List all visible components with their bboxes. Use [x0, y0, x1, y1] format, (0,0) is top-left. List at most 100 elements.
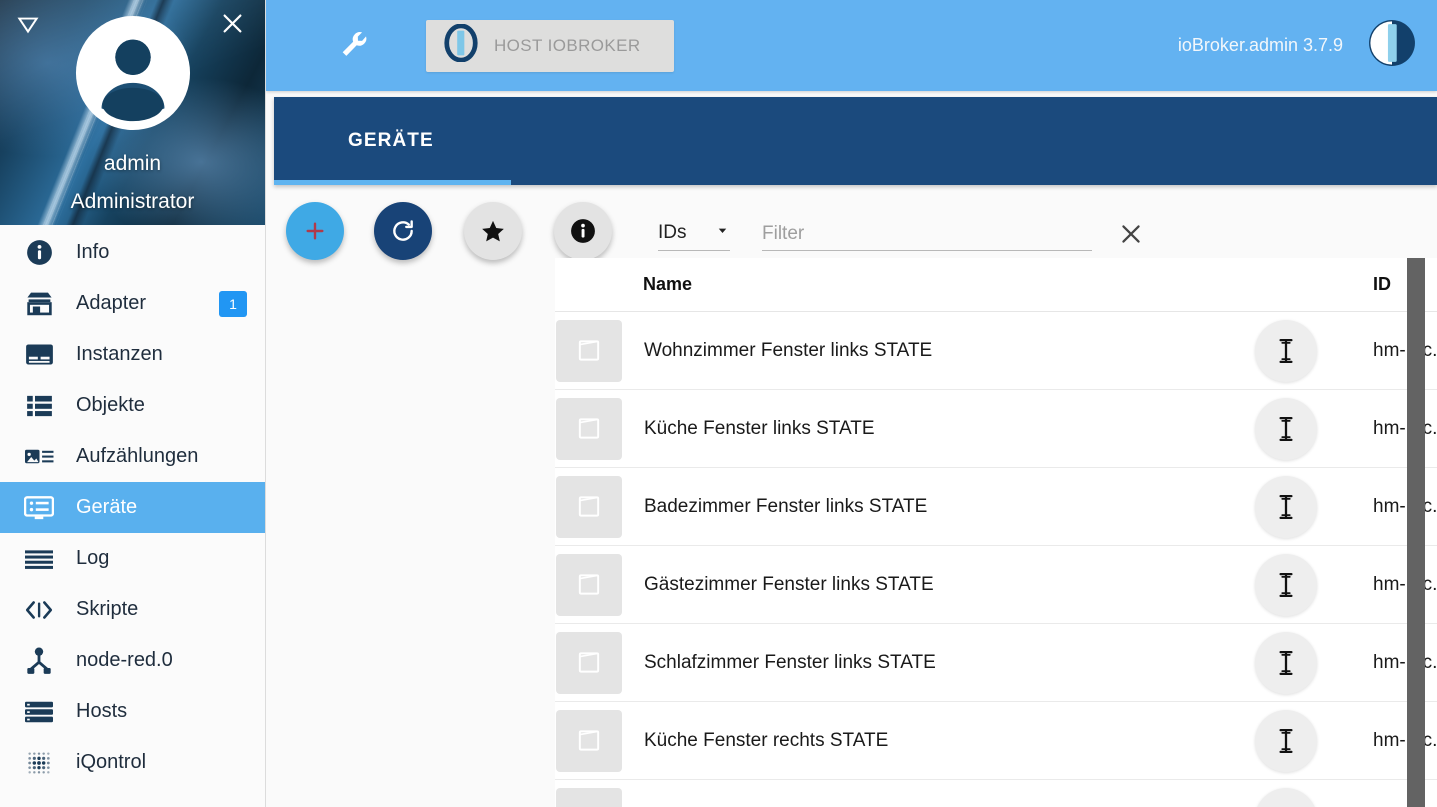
code-brackets-icon — [22, 595, 56, 625]
device-name: Küche Fenster links STATE — [644, 417, 875, 439]
window-icon[interactable] — [556, 787, 622, 807]
device-name: Badezimmer Fenster links STATE — [644, 495, 928, 517]
sidebar-item-adapter[interactable]: Adapter 1 — [0, 278, 265, 329]
wrench-icon[interactable] — [334, 26, 374, 66]
table-row[interactable]: Gästezimmer Fenster links STATE hm-rpc.0… — [555, 546, 1437, 624]
window-icon[interactable] — [556, 709, 622, 772]
sidebar-item-label: Hosts — [76, 700, 128, 722]
store-icon — [22, 289, 56, 319]
refresh-button[interactable] — [374, 202, 432, 260]
sidebar-item-label: node-red.0 — [76, 649, 173, 671]
server-icon — [22, 697, 56, 727]
sidebar-item-instanzen[interactable]: Instanzen — [0, 329, 265, 380]
clear-filter-button[interactable] — [1114, 217, 1148, 251]
sidebar-user-header: admin Administrator — [0, 0, 265, 225]
device-name: Gästezimmer Fenster links STATE — [644, 573, 934, 595]
sidebar-item-label: Objekte — [76, 394, 145, 416]
info-button[interactable] — [554, 202, 612, 260]
sidebar: admin Administrator Info Adapter 1 Insta… — [0, 0, 266, 807]
device-id: hm-rpc.0.0000D70995523F.1.S — [1373, 651, 1437, 673]
favorites-button[interactable] — [464, 202, 522, 260]
sidebar-item-label: Log — [76, 547, 110, 569]
window-icon[interactable] — [556, 397, 622, 460]
sidebar-item-node-red[interactable]: node-red.0 — [0, 635, 265, 686]
sidebar-item-label: Info — [76, 241, 110, 263]
dots-grid-icon — [22, 748, 56, 778]
table-row[interactable]: Wohnzimmer Fenster links STATE hm-rpc.0.… — [555, 312, 1437, 390]
tab-bar: GERÄTE — [274, 97, 1437, 185]
user-name: admin — [103, 152, 162, 175]
filter-group: IDs — [658, 211, 1148, 251]
table-row[interactable]: Küche Fenster links STATE hm-rpc.0.0000D… — [555, 390, 1437, 468]
sidebar-item-geraete[interactable]: Geräte — [0, 482, 265, 533]
window-icon[interactable] — [556, 475, 622, 538]
sidebar-item-log[interactable]: Log — [0, 533, 265, 584]
add-device-button[interactable] — [286, 202, 344, 260]
tab-geraete[interactable]: GERÄTE — [274, 97, 460, 185]
version-label: ioBroker.admin 3.7.9 — [1177, 35, 1343, 55]
table-row[interactable] — [555, 780, 1437, 807]
enums-icon — [22, 442, 56, 472]
vertical-scrollbar-thumb[interactable] — [1407, 258, 1425, 807]
sidebar-menu: Info Adapter 1 Instanzen Objekte Aufzähl… — [0, 225, 265, 788]
device-name: Küche Fenster rechts STATE — [644, 729, 889, 751]
sidebar-item-objekte[interactable]: Objekte — [0, 380, 265, 431]
device-id: hm-rpc.0.0000D709955B95.1.S — [1373, 729, 1437, 751]
device-id: hm-rpc.0.0000D709954B35.1.S — [1373, 417, 1437, 439]
device-id: hm-rpc.0.0000D70995522B.1.S — [1373, 573, 1437, 595]
avatar — [74, 14, 192, 132]
triangle-down-icon[interactable] — [14, 10, 42, 38]
text-cursor-icon[interactable] — [1255, 631, 1317, 694]
close-icon[interactable] — [217, 8, 247, 38]
node-red-icon — [22, 646, 56, 676]
column-header-name[interactable]: Name — [643, 274, 692, 295]
tab-label: GERÄTE — [348, 130, 434, 151]
sidebar-item-skripte[interactable]: Skripte — [0, 584, 265, 635]
user-role: Administrator — [70, 190, 195, 213]
device-id: hm-rpc.0.0000D569A39250.1.S — [1373, 339, 1437, 361]
text-cursor-icon[interactable] — [1255, 319, 1317, 382]
text-cursor-icon[interactable] — [1255, 397, 1317, 460]
sidebar-item-iqontrol[interactable]: iQontrol — [0, 737, 265, 788]
topbar-right-group: ioBroker.admin 3.7.9 — [1178, 16, 1419, 75]
sidebar-item-info[interactable]: Info — [0, 227, 265, 278]
text-cursor-icon[interactable] — [1255, 553, 1317, 616]
list-icon — [22, 391, 56, 421]
text-cursor-icon[interactable] — [1255, 475, 1317, 538]
filter-input-wrap — [762, 223, 1092, 251]
status-badge: 1 — [219, 290, 247, 317]
iobroker-logo-icon — [1365, 16, 1419, 75]
filter-input[interactable] — [762, 223, 1092, 245]
sidebar-item-label: Instanzen — [76, 343, 163, 365]
host-selector-button[interactable]: HOST IOBROKER — [426, 19, 674, 72]
table-row[interactable]: Schlafzimmer Fenster links STATE hm-rpc.… — [555, 624, 1437, 702]
iobroker-logo-icon — [442, 23, 480, 67]
window-icon[interactable] — [556, 631, 622, 694]
filter-type-select[interactable]: IDs — [658, 222, 730, 251]
info-circle-icon — [22, 238, 56, 268]
table-clip: Name ID Ty Wohnzimmer Fenster links STAT… — [555, 258, 1437, 807]
device-name: Wohnzimmer Fenster links STATE — [644, 339, 933, 361]
table-row[interactable]: Badezimmer Fenster links STATE hm-rpc.0.… — [555, 468, 1437, 546]
column-header-id[interactable]: ID — [1373, 274, 1391, 295]
window-icon[interactable] — [556, 319, 622, 382]
device-id: hm-rpc.0.0000D709955221.1.S — [1373, 495, 1437, 517]
sidebar-item-aufzaehlungen[interactable]: Aufzählungen — [0, 431, 265, 482]
iobroker-admin-window: admin Administrator Info Adapter 1 Insta… — [0, 0, 1437, 807]
sidebar-item-label: Skripte — [76, 598, 139, 620]
main-area: HOST IOBROKER ioBroker.admin 3.7.9 GERÄT… — [266, 0, 1437, 807]
devices-table: Name ID Ty Wohnzimmer Fenster links STAT… — [555, 258, 1437, 807]
host-selector-label: HOST IOBROKER — [494, 35, 641, 55]
tab-active-indicator — [274, 180, 511, 185]
filter-type-value: IDs — [658, 222, 687, 243]
chevron-down-icon — [715, 222, 730, 244]
sidebar-item-label: Geräte — [76, 496, 138, 518]
sidebar-item-label: iQontrol — [76, 751, 147, 773]
table-row[interactable]: Küche Fenster rechts STATE hm-rpc.0.0000… — [555, 702, 1437, 780]
text-cursor-icon[interactable] — [1255, 709, 1317, 772]
sidebar-item-label: Adapter — [76, 292, 147, 314]
sidebar-item-hosts[interactable]: Hosts — [0, 686, 265, 737]
device-name: Schlafzimmer Fenster links STATE — [644, 651, 936, 673]
window-icon[interactable] — [556, 553, 622, 616]
text-cursor-icon[interactable] — [1255, 787, 1317, 807]
